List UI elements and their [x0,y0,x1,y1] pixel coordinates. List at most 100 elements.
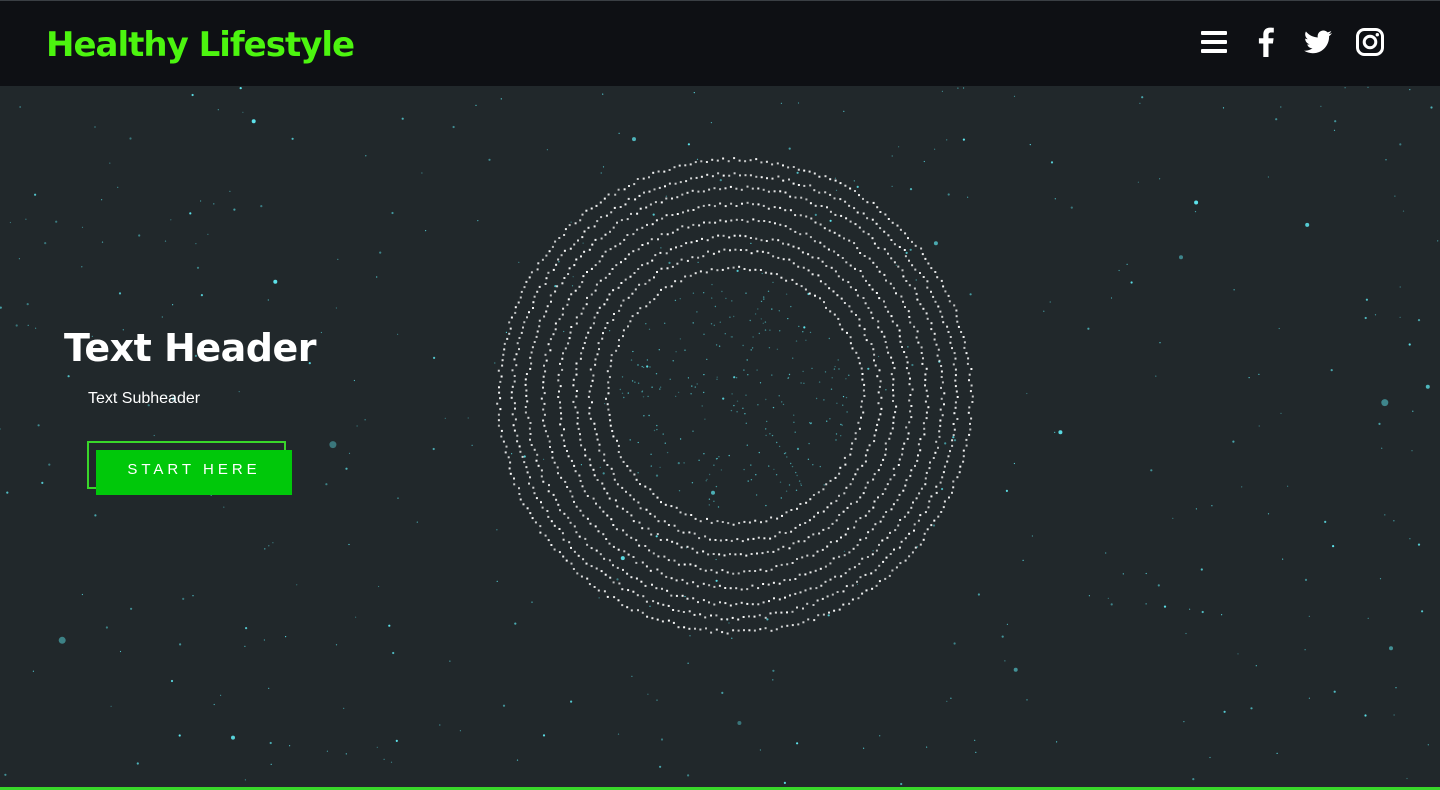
ring-dot [845,261,848,264]
particle-dot [790,462,792,465]
particle-dot [563,330,565,333]
ring-dot [694,272,697,275]
ring-dot [902,489,905,492]
ring-dot [648,301,651,304]
ring-dot [584,454,587,457]
ring-dot [581,236,584,239]
particle-dot [58,636,66,644]
ring-dot [697,190,700,193]
ring-dot [733,234,736,237]
ring-dot [560,476,563,479]
particle-dot [1280,106,1282,108]
ring-dot [939,419,942,422]
particle-dot [772,669,775,672]
ring-dot [921,253,924,256]
instagram-icon[interactable] [1356,27,1384,57]
start-here-button[interactable]: START HERE [96,450,292,495]
ring-dot [752,203,754,206]
ring-dot [513,358,516,361]
ring-dot [967,357,970,360]
ring-dot [639,307,642,310]
particle-dot [1258,373,1260,375]
ring-dot [732,629,735,632]
ring-dot [849,264,852,267]
particle-dot [677,462,680,465]
ring-dot [513,375,516,377]
ring-dot [844,200,847,203]
ring-dot [963,346,966,349]
ring-dot [737,629,740,632]
ring-dot [593,474,596,477]
particle-dot [853,180,855,182]
particle-dot [213,203,215,205]
ring-dot [856,468,859,471]
ring-dot [632,250,635,253]
particle-dot [745,292,747,294]
ring-dot [873,440,876,443]
particle-dot [967,196,969,198]
ring-dot [620,282,623,284]
particle-dot [488,158,491,161]
ring-dot [619,242,622,245]
facebook-icon[interactable] [1252,27,1280,57]
particle-dot [659,386,662,388]
twitter-icon[interactable] [1304,27,1332,57]
ring-dot [592,497,595,500]
ring-dot [511,369,514,372]
ring-dot [690,241,693,244]
ring-dot [735,603,738,606]
menu-icon[interactable] [1200,27,1228,57]
ring-dot [848,204,851,207]
ring-dot [837,317,840,320]
ring-dot [593,586,596,588]
particle-dot [684,349,686,351]
ring-dot [833,197,836,200]
particle-dot [1209,756,1211,759]
particle-dot [650,453,652,455]
ring-dot [581,281,584,284]
ring-dot [757,536,760,539]
particle-dot [251,119,256,124]
ring-dot [882,560,885,563]
ring-dot [858,362,861,365]
particle-dot [609,330,611,332]
ring-dot [630,514,633,517]
ring-dot [738,522,741,525]
particle-dot [656,428,658,431]
ring-dot [590,565,593,568]
particle-dot [696,383,698,385]
particle-dot [678,490,681,492]
particle-dot [1381,399,1389,407]
particle-dot [785,293,788,295]
ring-dot [550,520,553,523]
ring-dot [636,228,639,231]
ring-dot [911,551,914,554]
particle-dot [1058,430,1063,435]
ring-dot [651,259,654,262]
ring-dot [580,575,583,578]
ring-dot [877,496,879,499]
particle-dot [44,242,47,245]
ring-dot [958,471,961,474]
ring-dot [603,487,606,490]
ring-dot [849,483,852,486]
ring-dot [589,326,592,329]
ring-dot [766,550,769,553]
ring-dot [955,309,958,312]
ring-dot [835,499,838,502]
ring-dot [935,343,938,346]
ring-dot [729,249,731,252]
ring-dot [599,553,602,556]
ring-dot [938,430,941,433]
site-logo-text[interactable]: Healthy Lifestyle [46,23,355,67]
ring-dot [650,238,653,241]
particle-dot [1367,617,1369,619]
ring-dot [559,423,562,426]
particle-dot [546,149,549,151]
ring-dot [861,592,864,595]
ring-dot [530,351,533,354]
ring-dot [813,172,816,175]
ring-dot [836,591,839,593]
ring-dot [500,375,503,378]
particle-dot [6,491,9,494]
